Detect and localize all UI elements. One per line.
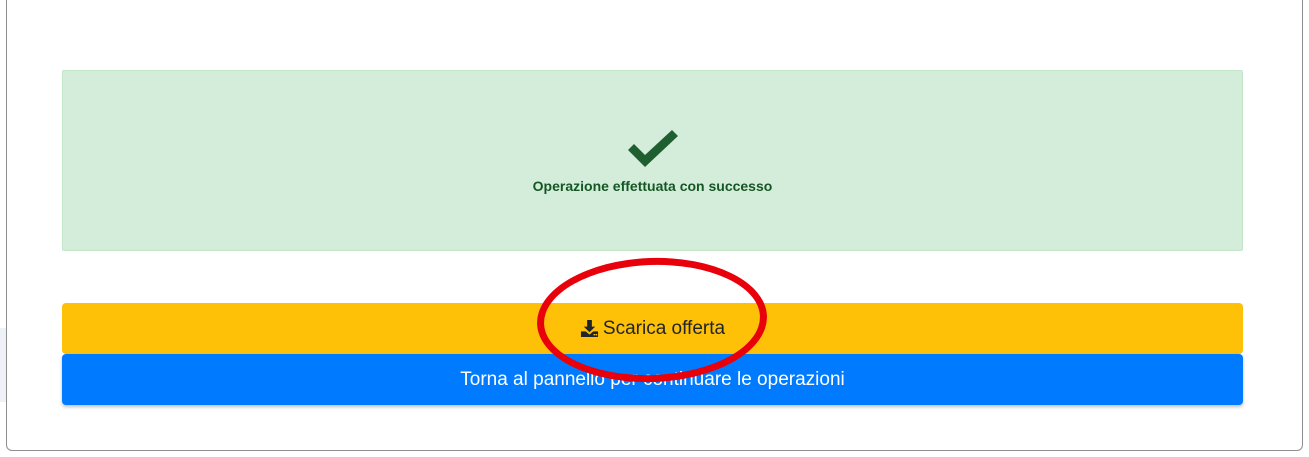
- back-to-panel-button[interactable]: Torna al pannello per continuare le oper…: [62, 354, 1243, 405]
- success-message: Operazione effettuata con successo: [532, 178, 773, 194]
- back-to-panel-label: Torna al pannello per continuare le oper…: [460, 368, 845, 390]
- check-icon: [627, 130, 678, 167]
- download-icon: [580, 319, 598, 338]
- download-offer-label: Scarica offerta: [602, 317, 726, 339]
- download-offer-button[interactable]: Scarica offerta: [62, 303, 1243, 354]
- success-alert: Operazione effettuata con successo: [62, 70, 1243, 251]
